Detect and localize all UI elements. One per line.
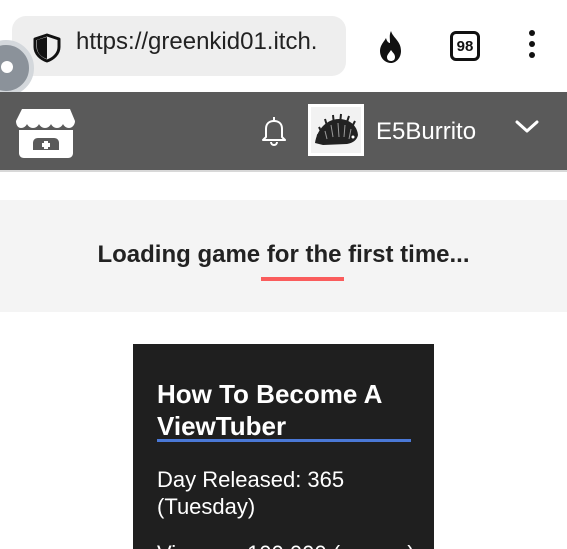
username[interactable]: E5Burrito [376, 118, 476, 146]
menu-dots-icon[interactable] [526, 30, 538, 64]
viewers-text: Viewers: 100,000 (approx) [157, 540, 415, 549]
avatar[interactable] [308, 104, 364, 156]
title-underline [157, 439, 411, 442]
itch-logo[interactable] [16, 105, 76, 159]
game-title: How To Become A ViewTuber [157, 379, 382, 441]
header-divider [0, 170, 567, 172]
tabs-counter[interactable]: 98 [450, 31, 480, 61]
day-released-text: Day Released: 365 (Tuesday) [157, 467, 345, 519]
url-text[interactable]: https://greenkid01.itch. [76, 28, 342, 56]
flame-icon[interactable] [376, 30, 406, 64]
game-frame[interactable]: How To Become A ViewTuber Day Released: … [133, 344, 434, 549]
loading-message: Loading game for the first time... [97, 241, 470, 268]
chevron-down-icon[interactable] [514, 118, 540, 136]
porcupine-avatar-image [311, 107, 361, 153]
shield-icon[interactable] [32, 33, 62, 63]
loading-progress-bar [261, 277, 344, 281]
bell-icon[interactable] [260, 116, 288, 146]
